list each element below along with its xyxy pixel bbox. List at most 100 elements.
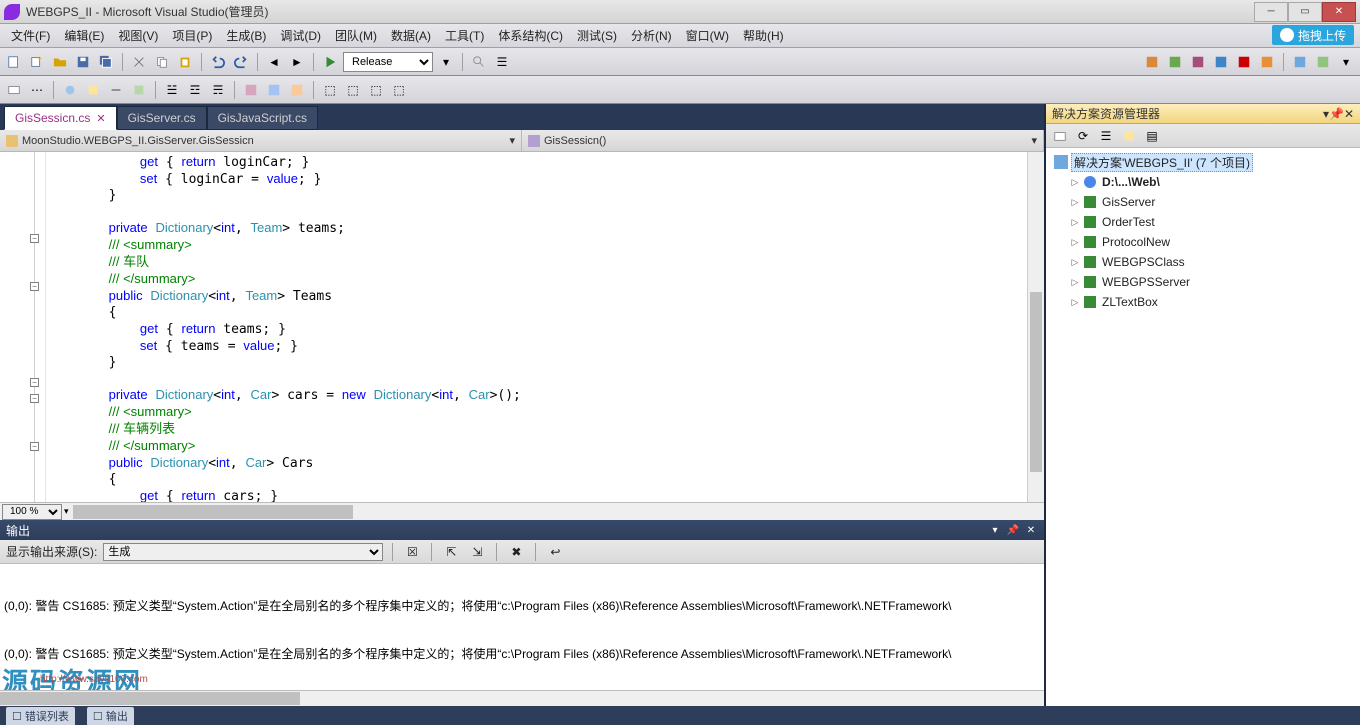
zoom-select[interactable]: 100 % — [2, 504, 62, 520]
nav-back-button[interactable]: ◄ — [264, 52, 284, 72]
tb2-15[interactable]: ⬚ — [366, 80, 386, 100]
output-tab[interactable]: ☐ 输出 — [87, 707, 134, 725]
copy-button[interactable] — [152, 52, 172, 72]
cut-button[interactable] — [129, 52, 149, 72]
menu-tools[interactable]: 工具(T) — [438, 24, 491, 47]
ext2-button[interactable] — [1165, 52, 1185, 72]
expand-icon[interactable]: ▷ — [1070, 257, 1080, 267]
config-dropdown-icon[interactable]: ▾ — [436, 52, 456, 72]
menu-architecture[interactable]: 体系结构(C) — [491, 24, 570, 47]
expand-icon[interactable]: ▷ — [1070, 177, 1080, 187]
error-list-tab[interactable]: ☐ 错误列表 — [6, 707, 75, 725]
nav-fwd-button[interactable]: ► — [287, 52, 307, 72]
project-zltextbox[interactable]: ▷ZLTextBox — [1048, 292, 1358, 312]
find-button[interactable] — [469, 52, 489, 72]
menu-project[interactable]: 项目(P) — [165, 24, 219, 47]
start-button[interactable] — [320, 52, 340, 72]
tb2-16[interactable]: ⬚ — [389, 80, 409, 100]
new-project-button[interactable] — [4, 52, 24, 72]
menu-view[interactable]: 视图(V) — [111, 24, 165, 47]
menu-team[interactable]: 团队(M) — [328, 24, 384, 47]
tab-gisserver[interactable]: GisServer.cs — [117, 106, 207, 130]
vertical-scrollbar[interactable] — [1027, 152, 1044, 502]
tb2-5[interactable] — [106, 80, 126, 100]
se-pin-icon[interactable]: 📌 — [1329, 107, 1344, 121]
type-nav[interactable]: MoonStudio.WEBGPS_II.GisServer.GisSessic… — [0, 130, 522, 151]
menu-debug[interactable]: 调试(D) — [273, 24, 328, 47]
tb2-1[interactable] — [4, 80, 24, 100]
menu-window[interactable]: 窗口(W) — [679, 24, 736, 47]
output-source-select[interactable]: 生成 — [103, 543, 383, 561]
tb2-10[interactable] — [241, 80, 261, 100]
output-text[interactable]: (0,0): 警告 CS1685: 预定义类型“System.Action”是在… — [0, 564, 1044, 690]
tb2-13[interactable]: ⬚ — [320, 80, 340, 100]
menu-analyze[interactable]: 分析(N) — [624, 24, 679, 47]
fold-icon[interactable]: − — [30, 378, 39, 387]
ext3-button[interactable] — [1188, 52, 1208, 72]
minimize-button[interactable]: ─ — [1254, 2, 1288, 22]
comment-button[interactable]: ☰ — [492, 52, 512, 72]
solution-tree[interactable]: 解决方案'WEBGPS_II' (7 个项目) ▷D:\...\Web\ ▷Gi… — [1046, 148, 1360, 706]
project-web[interactable]: ▷D:\...\Web\ — [1048, 172, 1358, 192]
se-properties-button[interactable] — [1119, 126, 1139, 146]
se-showall-button[interactable]: ☰ — [1096, 126, 1116, 146]
tb2-12[interactable] — [287, 80, 307, 100]
redo-button[interactable] — [231, 52, 251, 72]
project-gisserver[interactable]: ▷GisServer — [1048, 192, 1358, 212]
solution-root[interactable]: 解决方案'WEBGPS_II' (7 个项目) — [1048, 152, 1358, 172]
tb2-6[interactable] — [129, 80, 149, 100]
fold-icon[interactable]: − — [30, 394, 39, 403]
upload-button[interactable]: 拖拽上传 — [1272, 25, 1354, 45]
project-webgpsclass[interactable]: ▷WEBGPSClass — [1048, 252, 1358, 272]
config-select[interactable]: Release — [343, 52, 433, 72]
tb2-8[interactable]: ☲ — [185, 80, 205, 100]
expand-icon[interactable]: ▷ — [1070, 217, 1080, 227]
tb2-3[interactable] — [60, 80, 80, 100]
project-ordertest[interactable]: ▷OrderTest — [1048, 212, 1358, 232]
tb2-14[interactable]: ⬚ — [343, 80, 363, 100]
fold-icon[interactable]: − — [30, 282, 39, 291]
fold-icon[interactable]: − — [30, 234, 39, 243]
menu-help[interactable]: 帮助(H) — [736, 24, 791, 47]
output-clear-button[interactable]: ☒ — [402, 542, 422, 562]
tb2-9[interactable]: ☴ — [208, 80, 228, 100]
ext9-button[interactable]: ▾ — [1336, 52, 1356, 72]
undo-button[interactable] — [208, 52, 228, 72]
tab-gissessicn[interactable]: GisSessicn.cs✕ — [4, 106, 117, 130]
menu-data[interactable]: 数据(A) — [384, 24, 438, 47]
expand-icon[interactable]: ▷ — [1070, 197, 1080, 207]
panel-close-icon[interactable]: ✕ — [1024, 523, 1038, 537]
menu-edit[interactable]: 编辑(E) — [57, 24, 111, 47]
maximize-button[interactable]: ▭ — [1288, 2, 1322, 22]
panel-dropdown-icon[interactable]: ▾ — [988, 523, 1002, 537]
tb2-2[interactable]: ⋯ — [27, 80, 47, 100]
paste-button[interactable] — [175, 52, 195, 72]
tb2-11[interactable] — [264, 80, 284, 100]
output-prev-button[interactable]: ⇱ — [441, 542, 461, 562]
tb2-4[interactable] — [83, 80, 103, 100]
menu-test[interactable]: 测试(S) — [570, 24, 624, 47]
close-button[interactable]: ✕ — [1322, 2, 1356, 22]
save-button[interactable] — [73, 52, 93, 72]
output-wrap-button[interactable]: ↩ — [545, 542, 565, 562]
output-clear2-button[interactable]: ✖ — [506, 542, 526, 562]
project-protocolnew[interactable]: ▷ProtocolNew — [1048, 232, 1358, 252]
menu-file[interactable]: 文件(F) — [4, 24, 57, 47]
add-item-button[interactable]: + — [27, 52, 47, 72]
open-button[interactable] — [50, 52, 70, 72]
output-hscroll[interactable] — [0, 690, 1044, 706]
code-editor[interactable]: − − − − − get { return loginCar; } set {… — [0, 152, 1044, 502]
output-next-button[interactable]: ⇲ — [467, 542, 487, 562]
horizontal-scrollbar[interactable] — [73, 504, 1042, 520]
expand-icon[interactable]: ▷ — [1070, 277, 1080, 287]
ext6-button[interactable] — [1257, 52, 1277, 72]
code-text[interactable]: get { return loginCar; } set { loginCar … — [46, 152, 1027, 502]
member-nav[interactable]: GisSessicn()▾ — [522, 130, 1044, 151]
expand-icon[interactable]: ▷ — [1070, 237, 1080, 247]
se-view-button[interactable]: ▤ — [1142, 126, 1162, 146]
project-webgpsserver[interactable]: ▷WEBGPSServer — [1048, 272, 1358, 292]
ext8-button[interactable] — [1313, 52, 1333, 72]
ext4-button[interactable] — [1211, 52, 1231, 72]
menu-build[interactable]: 生成(B) — [219, 24, 273, 47]
se-home-button[interactable] — [1050, 126, 1070, 146]
